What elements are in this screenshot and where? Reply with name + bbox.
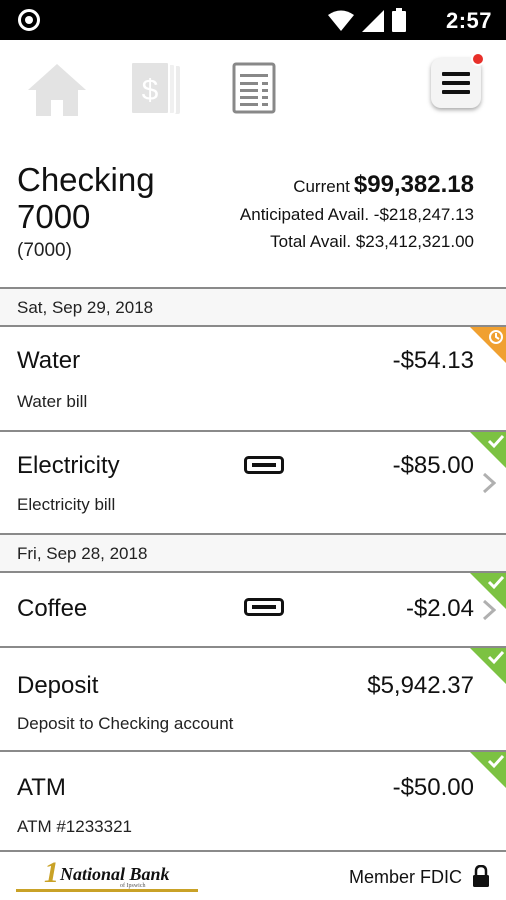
account-number: (7000): [17, 240, 72, 261]
transaction-amount: $5,942.37: [367, 672, 474, 699]
money-icon[interactable]: $: [128, 62, 182, 118]
lock-icon: [473, 865, 489, 887]
transaction-title: Deposit: [17, 672, 99, 699]
menu-icon: [442, 72, 470, 94]
card-icon: [244, 456, 284, 474]
footer: 1 National Bank of Ipswich Member FDIC: [0, 852, 506, 900]
battery-icon: [392, 8, 406, 32]
svg-text:1: 1: [44, 860, 59, 889]
transaction-amount: -$85.00: [392, 452, 474, 479]
bank-logo: 1 National Bank of Ipswich: [16, 860, 198, 892]
transaction-row[interactable]: Water -$54.13 Water bill: [0, 327, 506, 430]
transaction-row[interactable]: Deposit $5,942.37 Deposit to Checking ac…: [0, 648, 506, 750]
transaction-amount: -$50.00: [392, 774, 474, 801]
status-bar: 2:57: [0, 0, 506, 40]
cleared-status-icon: [470, 573, 506, 609]
date-header: Fri, Sep 28, 2018: [0, 535, 506, 571]
cleared-status-icon: [470, 752, 506, 788]
cleared-status-icon: [470, 648, 506, 684]
cleared-status-icon: [470, 432, 506, 468]
transaction-row[interactable]: Coffee -$2.04: [0, 573, 506, 646]
current-balance-label: Current: [293, 177, 350, 196]
cell-signal-icon: [362, 10, 384, 32]
transaction-title: Water: [17, 347, 81, 374]
wifi-icon: [328, 10, 354, 31]
date-header: Sat, Sep 29, 2018: [0, 289, 506, 325]
transaction-row[interactable]: ATM -$50.00 ATM #1233321: [0, 752, 506, 850]
screen-record-icon: [18, 9, 40, 31]
transaction-amount: -$54.13: [392, 347, 474, 374]
transaction-description: Deposit to Checking account: [17, 714, 234, 733]
pending-status-icon: [470, 327, 506, 363]
transaction-title: ATM: [17, 774, 66, 801]
chevron-right-icon[interactable]: [482, 472, 496, 494]
card-icon: [244, 598, 284, 616]
account-summary: Checking 7000 (7000) Current $99,382.18 A…: [0, 155, 506, 287]
notification-badge: [471, 52, 485, 66]
member-fdic-text: Member FDIC: [348, 867, 462, 887]
svg-text:National Bank: National Bank: [59, 864, 170, 884]
transaction-title: Electricity: [17, 452, 120, 479]
svg-text:$: $: [142, 74, 159, 107]
anticipated-balance: Anticipated Avail. -$218,247.13: [239, 205, 474, 224]
current-balance: Current $99,382.18: [293, 171, 474, 199]
transaction-row[interactable]: Electricity -$85.00 Electricity bill: [0, 432, 506, 533]
transaction-amount: -$2.04: [405, 595, 474, 622]
transaction-description: Water bill: [17, 392, 88, 411]
statements-icon[interactable]: [232, 62, 276, 114]
current-balance-amount: $99,382.18: [353, 171, 474, 198]
total-available-balance: Total Avail. $23,412,321.00: [270, 232, 474, 251]
clock: 2:57: [445, 8, 492, 33]
transaction-title: Coffee: [17, 595, 88, 622]
svg-text:of Ipswich: of Ipswich: [120, 882, 146, 889]
transaction-description: Electricity bill: [17, 495, 116, 514]
top-nav: $: [0, 40, 506, 140]
home-icon[interactable]: [26, 62, 88, 118]
status-icons: [328, 8, 406, 32]
transaction-description: ATM #1233321: [17, 817, 132, 836]
account-name: Checking 7000: [17, 161, 155, 235]
menu-button[interactable]: [431, 52, 485, 108]
